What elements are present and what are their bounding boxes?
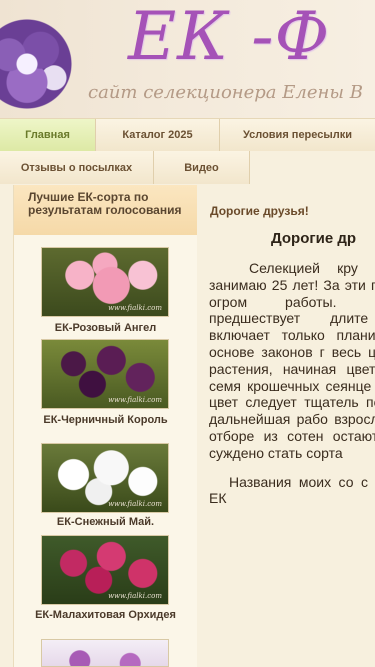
variety-caption[interactable]: ЕК-Малахитовая Орхидея (14, 608, 197, 622)
variety-thumbnail-malachite-orchid[interactable]: www.fialki.com (41, 535, 169, 605)
image-watermark: www.fialki.com (108, 304, 162, 312)
violet-flower-image (0, 18, 72, 110)
variety-thumbnail-pink-angel[interactable]: www.fialki.com (41, 247, 169, 317)
paragraph-names: Названия моих со с приставкой ЕК (209, 473, 375, 507)
variety-caption[interactable]: ЕК-Розовый Ангел (14, 321, 197, 335)
nav-home[interactable]: Главная (0, 119, 96, 151)
main-content: Дорогие друзья! Дорогие др Селекцией кру… (197, 185, 375, 667)
nav-spacer (250, 151, 375, 184)
site-subtitle: сайт селекционера Елены В (88, 82, 363, 103)
greeting-text: Дорогие друзья! (210, 204, 309, 218)
sidebar-best-varieties: Лучшие ЕК-сорта по результатам голосован… (13, 185, 198, 667)
site-logo[interactable]: ЕК -Ф (128, 4, 330, 70)
content-heading: Дорогие др (271, 230, 357, 247)
sidebar-heading: Лучшие ЕК-сорта по результатам голосован… (14, 185, 197, 235)
variety-thumbnail-partial[interactable] (41, 639, 169, 667)
nav-shipping-terms[interactable]: Условия пересылки (220, 119, 375, 151)
variety-caption[interactable]: ЕК-Черничный Король (14, 413, 197, 427)
image-watermark: www.fialki.com (108, 500, 162, 508)
site-header: ЕК -Ф сайт селекционера Елены В (0, 0, 375, 118)
variety-thumbnail-blueberry-king[interactable]: www.fialki.com (41, 339, 169, 409)
variety-caption[interactable]: ЕК-Снежный Май. (14, 515, 197, 529)
main-nav-row-1: Главная Каталог 2025 Условия пересылки (0, 118, 375, 152)
article-body: Селекцией кру фиалок я занимаю 25 лет! З… (209, 260, 375, 507)
main-nav-row-2: Отзывы о посылках Видео (0, 151, 375, 184)
image-watermark: www.fialki.com (108, 592, 162, 600)
nav-catalog-2025[interactable]: Каталог 2025 (96, 119, 220, 151)
paragraph-selection: Селекцией кру фиалок я занимаю 25 лет! З… (209, 260, 375, 461)
variety-thumbnail-snowy-may[interactable]: www.fialki.com (41, 443, 169, 513)
nav-video[interactable]: Видео (154, 151, 250, 184)
nav-parcel-reviews[interactable]: Отзывы о посылках (0, 151, 154, 184)
image-watermark: www.fialki.com (108, 396, 162, 404)
